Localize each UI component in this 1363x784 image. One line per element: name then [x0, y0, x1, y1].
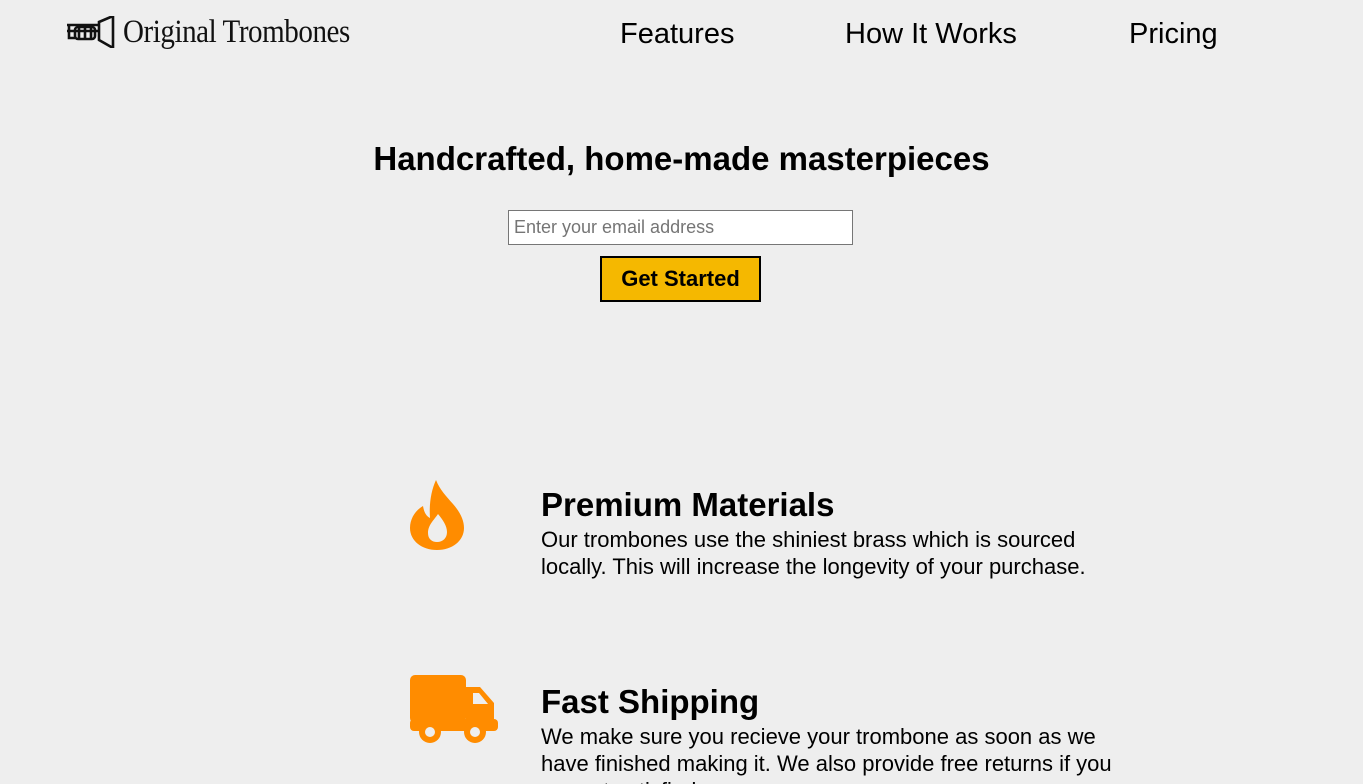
- feature-description: We make sure you recieve your trombone a…: [541, 724, 1112, 784]
- truck-icon: [410, 675, 498, 743]
- trombone-icon: [67, 16, 115, 48]
- feature-description: Our trombones use the shiniest brass whi…: [541, 527, 1086, 579]
- fire-icon: [410, 480, 464, 550]
- brand-logo[interactable]: Original Trombones: [65, 12, 381, 52]
- feature-title: Fast Shipping: [541, 683, 760, 720]
- get-started-button[interactable]: Get Started: [600, 256, 761, 302]
- nav-link-pricing[interactable]: Pricing: [1129, 18, 1218, 51]
- brand-name: Original Trombones: [123, 13, 350, 50]
- email-input[interactable]: [508, 210, 853, 245]
- landing-page: Original Trombones Features How It Works…: [0, 0, 1363, 784]
- hero-title: Handcrafted, home-made masterpieces: [373, 140, 990, 177]
- nav-link-features[interactable]: Features: [620, 18, 734, 51]
- feature-title: Premium Materials: [541, 486, 835, 523]
- nav-link-how-it-works[interactable]: How It Works: [845, 18, 1017, 51]
